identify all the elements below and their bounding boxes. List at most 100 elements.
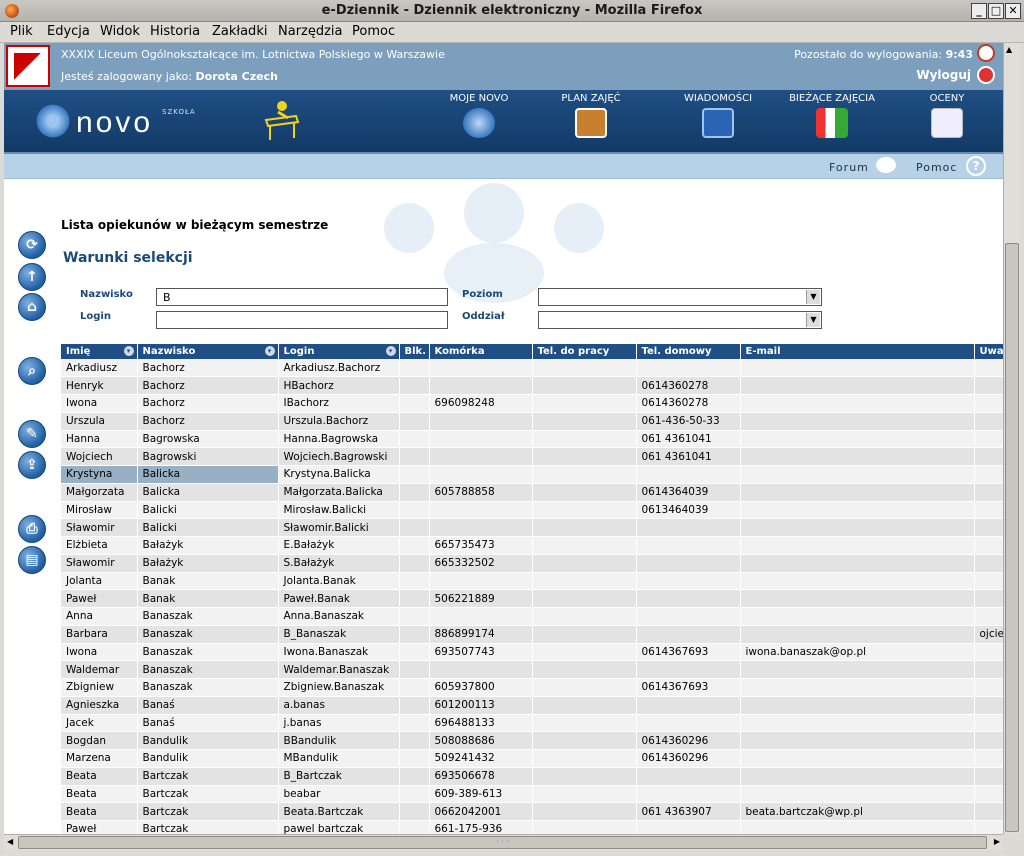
table-row[interactable]: Wojciech Bagrowski Wojciech.Bagrowski 061 4…	[61, 447, 1003, 466]
column-header[interactable]: Imię ▾	[61, 344, 138, 359]
logout-link[interactable]: Wyloguj	[916, 68, 971, 82]
logged-user-name: Dorota Czech	[195, 70, 278, 83]
table-cell	[974, 430, 1003, 449]
table-row[interactable]: Beata Bartczak Beata.Bartczak 0662042001 061…	[61, 802, 1003, 821]
column-header[interactable]: Uwa	[974, 344, 1003, 359]
nav-moje-novo[interactable]: MOJE NOVO	[444, 90, 514, 152]
scroll-right-icon[interactable]: ▶	[994, 837, 1000, 846]
column-header[interactable]: Tel. domowy	[636, 344, 741, 359]
novo-logo: novo SZKOŁA	[34, 102, 209, 144]
table-row[interactable]: Bogdan Bandulik BBandulik 508088686 06143602…	[61, 731, 1003, 750]
table-cell: Balicka	[137, 465, 279, 484]
report-button[interactable]: ▤	[18, 546, 46, 574]
menu-narzedzia[interactable]: Narzędzia	[278, 24, 343, 39]
refresh-button[interactable]: ⟳	[18, 231, 46, 259]
table-cell: Bachorz	[137, 394, 279, 413]
table-cell	[399, 678, 430, 697]
scroll-up-icon[interactable]: ▲	[1006, 45, 1012, 54]
table-row[interactable]: Sławomir Bałażyk S.Bałażyk 665332502	[61, 554, 1003, 573]
table-row[interactable]: Paweł Bartczak pawel bartczak 661-175-936	[61, 820, 1003, 834]
horizontal-scroll-thumb[interactable]: · · ·	[18, 836, 987, 849]
close-button[interactable]: ✕	[1005, 3, 1021, 19]
question-icon[interactable]: ?	[966, 156, 986, 176]
table-row[interactable]: Jolanta Banak Jolanta.Banak	[61, 572, 1003, 591]
login-input[interactable]	[156, 311, 448, 329]
column-header[interactable]: Nazwisko ▾	[137, 344, 279, 359]
table-row[interactable]: Agnieszka Banaś a.banas 601200113	[61, 696, 1003, 715]
column-header[interactable]: Komórka	[429, 344, 533, 359]
edit-button[interactable]: ✎	[18, 420, 46, 448]
table-cell: Bartczak	[137, 785, 279, 804]
search-button[interactable]: ⌕	[18, 357, 46, 385]
table-row[interactable]: Waldemar Banaszak Waldemar.Banaszak	[61, 660, 1003, 679]
menu-historia[interactable]: Historia	[150, 24, 200, 39]
table-row[interactable]: Sławomir Balicki Sławomir.Balicki	[61, 518, 1003, 537]
speech-bubble-icon[interactable]	[876, 157, 896, 173]
level-select[interactable]: ▼	[538, 288, 822, 306]
column-header[interactable]: Blk.	[399, 344, 430, 359]
vertical-scroll-thumb[interactable]	[1005, 243, 1019, 832]
export-button[interactable]: ⇪	[18, 451, 46, 479]
up-arrow-button[interactable]: ↑	[18, 263, 46, 291]
table-cell	[399, 731, 430, 750]
table-row[interactable]: Henryk Bachorz HBachorz 0614360278	[61, 376, 1003, 395]
sort-dropdown-icon[interactable]: ▾	[264, 346, 275, 356]
table-row[interactable]: Iwona Bachorz IBachorz 696098248 0614360278	[61, 394, 1003, 413]
table-row[interactable]: Urszula Bachorz Urszula.Bachorz 061-436-50-…	[61, 412, 1003, 431]
table-cell	[974, 643, 1003, 662]
table-cell	[974, 589, 1003, 608]
table-row[interactable]: Paweł Banak Paweł.Banak 506221889	[61, 589, 1003, 608]
home-button[interactable]: ⌂	[18, 293, 46, 321]
table-row[interactable]: Elżbieta Bałażyk E.Bałażyk 665735473	[61, 536, 1003, 555]
maximize-button[interactable]: □	[988, 3, 1004, 19]
table-cell	[429, 660, 533, 679]
menu-zakladki[interactable]: Zakładki	[212, 24, 267, 39]
vertical-scrollbar[interactable]: ▲	[1003, 43, 1020, 834]
table-row[interactable]: Mirosław Balicki Mirosław.Balicki 061346403…	[61, 501, 1003, 520]
nav-wiadomosci[interactable]: WIADOMOŚCI	[680, 90, 756, 152]
table-row[interactable]: Hanna Bagrowska Hanna.Bagrowska 061 4361041	[61, 430, 1003, 449]
logo-text: novo	[76, 106, 154, 139]
sort-dropdown-icon[interactable]: ▾	[385, 346, 396, 356]
nav-oceny[interactable]: OCENY	[922, 90, 972, 152]
scroll-left-icon[interactable]: ◀	[7, 837, 13, 846]
table-cell: Paweł.Banak	[277, 589, 400, 608]
table-cell	[429, 376, 533, 395]
print-button[interactable]: ⎙	[18, 515, 46, 543]
table-row[interactable]: Zbigniew Banaszak Zbigniew.Banaszak 6059378…	[61, 678, 1003, 697]
table-row[interactable]: Arkadiusz Bachorz Arkadiusz.Bachorz	[61, 359, 1003, 378]
nav-plan-zajec[interactable]: PLAN ZAJĘĆ	[556, 90, 626, 152]
table-row[interactable]: Jacek Banaś j.banas 696488133	[61, 714, 1003, 733]
sort-dropdown-icon[interactable]: ▾	[123, 346, 134, 356]
table-row[interactable]: Anna Banaszak Anna.Banaszak	[61, 607, 1003, 626]
table-row[interactable]: Iwona Banaszak Iwona.Banaszak 693507743 0614…	[61, 643, 1003, 662]
class-select[interactable]: ▼	[538, 311, 822, 329]
horizontal-scrollbar[interactable]: ◀ · · · ▶	[4, 834, 1003, 850]
table-cell: beata.bartczak@wp.pl	[740, 802, 975, 821]
minimize-button[interactable]: _	[971, 3, 987, 19]
table-row[interactable]: Beata Bartczak B_Bartczak 693506678	[61, 767, 1003, 786]
menu-edycja[interactable]: Edycja	[47, 24, 90, 39]
menu-widok[interactable]: Widok	[100, 24, 140, 39]
table-cell: Bogdan	[61, 731, 138, 750]
menu-pomoc[interactable]: Pomoc	[352, 24, 395, 39]
table-cell: Banaszak	[137, 643, 279, 662]
table-cell: 506221889	[429, 589, 533, 608]
column-header[interactable]: Tel. do pracy	[532, 344, 637, 359]
table-row[interactable]: Beata Bartczak beabar 609-389-613	[61, 785, 1003, 804]
menu-plik[interactable]: Plik	[10, 24, 33, 39]
table-row[interactable]: Marzena Bandulik MBandulik 509241432 0614360…	[61, 749, 1003, 768]
power-icon[interactable]	[977, 66, 995, 84]
table-row[interactable]: Małgorzata Balicka Małgorzata.Balicka 60578…	[61, 483, 1003, 502]
nav-biezace-zajecia[interactable]: BIEŻĄCE ZAJĘCIA	[784, 90, 880, 152]
column-header[interactable]: Login ▾	[278, 344, 400, 359]
forum-link[interactable]: Forum	[829, 161, 869, 174]
surname-input[interactable]	[156, 288, 448, 306]
table-row[interactable]: Barbara Banaszak B_Banaszak 886899174 ojcie	[61, 625, 1003, 644]
table-header: Imię ▾ Nazwisko ▾ Login ▾ Blk. Komórka Tel. do p…	[61, 344, 1003, 359]
table-row[interactable]: Krystyna Balicka Krystyna.Balicka	[61, 465, 1003, 484]
column-header[interactable]: E-mail	[740, 344, 975, 359]
help-link[interactable]: Pomoc	[916, 161, 957, 174]
table-cell	[399, 359, 430, 378]
table-cell	[974, 465, 1003, 484]
